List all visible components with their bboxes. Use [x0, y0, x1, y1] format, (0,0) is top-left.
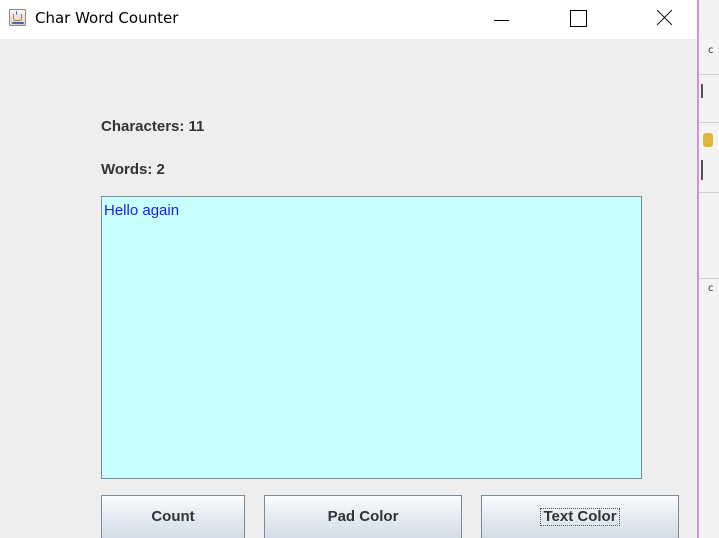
- text-pad[interactable]: [101, 196, 642, 479]
- words-count-label: Words: 2: [101, 161, 165, 178]
- background-window-divider: [699, 122, 719, 123]
- background-window-bar: [701, 84, 703, 98]
- background-window-divider: [699, 192, 719, 193]
- text-color-button-label: Text Color: [540, 508, 620, 526]
- close-button[interactable]: [640, 0, 686, 39]
- window-title: Char Word Counter: [35, 9, 179, 27]
- background-window-icon: [703, 133, 713, 147]
- count-button[interactable]: Count: [101, 495, 245, 538]
- background-window-text: c: [708, 45, 714, 56]
- java-cup-icon: [9, 9, 26, 26]
- background-window-text: c: [708, 283, 714, 294]
- background-window-bar: [701, 160, 703, 180]
- minimize-button[interactable]: [478, 0, 524, 39]
- background-window-divider: [699, 278, 719, 279]
- window-titlebar[interactable]: Char Word Counter: [0, 0, 697, 39]
- background-window-border: [697, 0, 699, 538]
- count-button-label: Count: [151, 508, 195, 525]
- text-color-button[interactable]: Text Color: [481, 495, 679, 538]
- pad-color-button-label: Pad Color: [327, 508, 399, 525]
- maximize-button[interactable]: [554, 0, 600, 39]
- characters-count-label: Characters: 11: [101, 118, 205, 135]
- pad-color-button[interactable]: Pad Color: [264, 495, 462, 538]
- background-window[interactable]: [697, 0, 719, 538]
- background-window-divider: [699, 74, 719, 75]
- content-panel: Characters: 11 Words: 2 Count Pad Color …: [0, 39, 697, 538]
